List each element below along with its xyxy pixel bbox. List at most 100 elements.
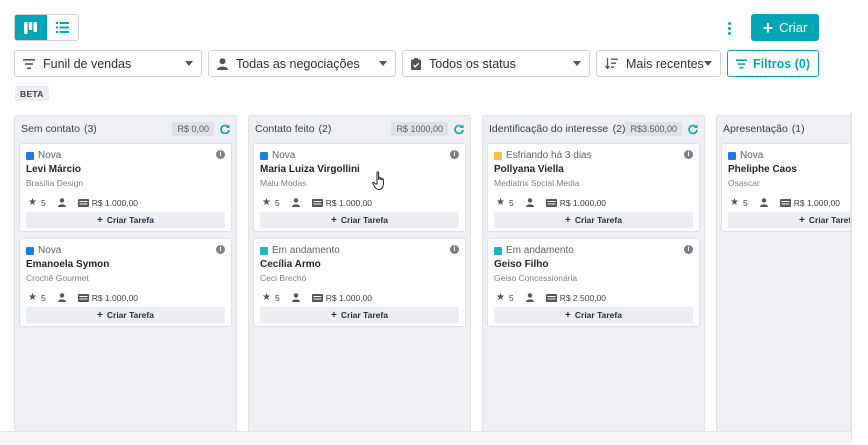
deal-card[interactable]: Nova i Emanoela Symon Crochê Gourmet ★ 5 …	[19, 238, 232, 327]
deal-card[interactable]: Nova i Maria Luiza Virgollini Malu Modas…	[253, 143, 466, 232]
refresh-icon[interactable]	[220, 124, 230, 134]
create-button[interactable]: + Criar	[751, 14, 819, 41]
user-icon	[291, 293, 300, 302]
view-toggle	[14, 14, 79, 41]
info-icon[interactable]: i	[216, 245, 225, 254]
column-title: Sem contato	[21, 123, 80, 135]
deal-name: Levi Márcio	[26, 164, 82, 175]
deal-meta: ★ 5 R$ 1.000,00	[262, 197, 372, 208]
status-label: Em andamento	[260, 245, 340, 256]
sort-order-icon	[605, 58, 618, 69]
user-icon	[525, 198, 534, 207]
deal-rating: 5	[274, 197, 280, 208]
deal-company: Brasília Design	[26, 178, 84, 188]
info-icon[interactable]: i	[684, 150, 693, 159]
chevron-down-icon	[185, 61, 193, 66]
status-select[interactable]: Todos os status	[402, 50, 590, 77]
column-header: Apresentação (1)	[717, 116, 851, 142]
star-icon: ★	[28, 197, 37, 208]
refresh-icon[interactable]	[454, 124, 464, 134]
deal-value: R$ 2.500,00	[559, 292, 607, 303]
deal-name: Cecília Armo	[260, 259, 321, 270]
chevron-down-icon	[379, 61, 387, 66]
deal-value: R$ 1.000,00	[91, 292, 139, 303]
sort-lines-icon	[23, 58, 35, 69]
deal-rating: 5	[742, 197, 748, 208]
deal-rating: 5	[40, 292, 46, 303]
column-title: Identificação do interesse...	[489, 123, 609, 135]
pipeline-column: Identificação do interesse... (2) R$3.50…	[482, 115, 705, 435]
status-square-icon	[26, 151, 34, 160]
create-task-button[interactable]: +Criar Tarefa	[494, 307, 693, 323]
money-icon	[311, 198, 323, 207]
column-amount: R$ 0,00	[172, 122, 214, 136]
money-icon	[77, 293, 89, 302]
plus-icon: +	[799, 214, 805, 226]
star-icon: ★	[262, 197, 271, 208]
status-square-icon	[494, 151, 502, 160]
status-label: Nova	[26, 150, 61, 161]
status-square-icon	[26, 246, 34, 255]
deal-value: R$ 1.000,00	[325, 197, 373, 208]
deal-card[interactable]: Em andamento i Cecília Armo Ceci Brechó …	[253, 238, 466, 327]
column-count: (2)	[318, 123, 332, 135]
column-amount: R$ 1000,00	[391, 122, 448, 136]
hand-cursor-icon	[372, 171, 384, 191]
list-icon	[55, 22, 69, 33]
deal-card[interactable]: Em andamento i Geiso Filho Geiso Concess…	[487, 238, 700, 327]
deal-company: Ceci Brechó	[260, 273, 307, 283]
deal-card[interactable]: Nova i Levi Márcio Brasília Design ★ 5 R$…	[19, 143, 232, 232]
money-icon	[545, 293, 557, 302]
deal-value: R$ 1.000,00	[91, 197, 139, 208]
star-icon: ★	[28, 292, 37, 303]
sort-select[interactable]: Mais recentes	[596, 50, 721, 77]
create-task-button[interactable]: +Criar Tarefa	[260, 212, 459, 228]
deals-owner-select[interactable]: Todas as negociações	[208, 50, 396, 77]
deal-name: Pollyana Viella	[494, 164, 564, 175]
deal-rating: 5	[508, 292, 514, 303]
deals-owner-select-label: Todas as negociações	[236, 56, 360, 71]
deal-rating: 5	[274, 292, 280, 303]
column-count: (1)	[791, 123, 805, 135]
filters-button[interactable]: Filtros (0)	[727, 50, 819, 77]
clipboard-icon	[411, 57, 421, 70]
filters-button-label: Filtros (0)	[753, 56, 810, 71]
list-view-button[interactable]	[47, 15, 79, 40]
deal-company: Osascar	[728, 178, 760, 188]
create-task-button[interactable]: +Criar Tarefa	[494, 212, 693, 228]
info-icon[interactable]: i	[684, 245, 693, 254]
create-task-button[interactable]: +Criar Tarefa	[260, 307, 459, 323]
horizontal-scrollbar[interactable]	[0, 431, 851, 445]
refresh-icon[interactable]	[688, 124, 698, 134]
money-icon	[311, 293, 323, 302]
user-icon	[759, 198, 768, 207]
create-task-button[interactable]: +Criar Tarefa	[26, 212, 225, 228]
chevron-down-icon	[573, 61, 581, 66]
info-icon[interactable]: i	[450, 150, 459, 159]
star-icon: ★	[496, 292, 505, 303]
info-icon[interactable]: i	[216, 150, 225, 159]
create-task-button[interactable]: +Criar Tarefa	[26, 307, 225, 323]
board-view-button[interactable]	[15, 15, 47, 40]
deal-name: Geiso Filho	[494, 259, 549, 270]
deal-value: R$ 1.000,00	[325, 292, 373, 303]
filter-icon	[736, 58, 748, 69]
status-select-label: Todos os status	[429, 56, 516, 71]
deal-meta: ★ 5 R$ 1.000,00	[496, 197, 606, 208]
pipeline-column: Sem contato (3) R$ 0,00 Nova i Levi Márc…	[14, 115, 237, 435]
pipeline-select[interactable]: Funil de vendas	[14, 50, 202, 77]
plus-icon: +	[565, 214, 571, 226]
column-title: Apresentação	[723, 123, 788, 135]
deal-card[interactable]: Nova Pheliphe Caos Osascar ★ 5 R$ 1.000,0…	[721, 143, 851, 232]
user-icon	[525, 293, 534, 302]
vertical-scrollbar[interactable]	[850, 112, 852, 442]
money-icon	[779, 198, 791, 207]
deal-card[interactable]: Esfriando há 3 dias i Pollyana Viella Me…	[487, 143, 700, 232]
more-options-icon[interactable]	[723, 18, 735, 38]
create-task-button[interactable]: +Criar Tarefa	[728, 212, 851, 228]
sort-select-label: Mais recentes	[626, 56, 704, 71]
deal-value: R$ 1.000,00	[559, 197, 607, 208]
info-icon[interactable]: i	[450, 245, 459, 254]
pipeline-select-label: Funil de vendas	[43, 56, 132, 71]
star-icon: ★	[730, 197, 739, 208]
